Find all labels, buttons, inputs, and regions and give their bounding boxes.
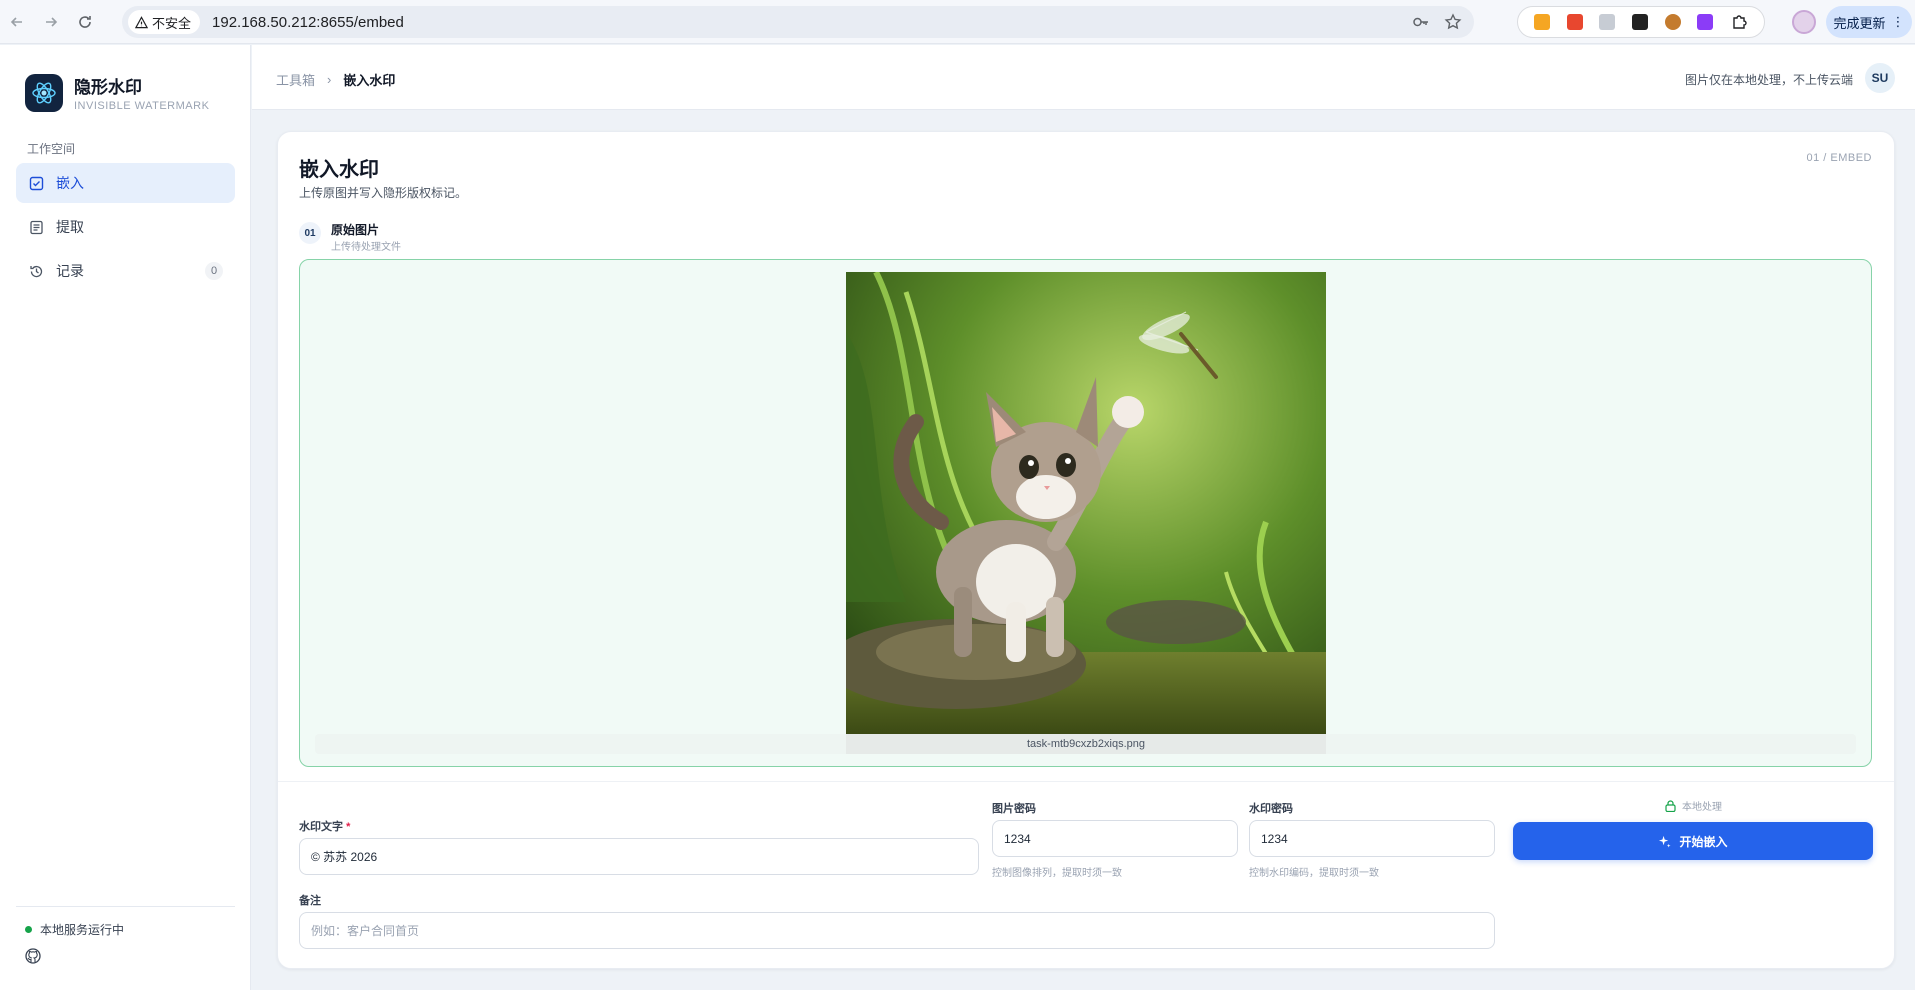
extensions-tray	[1517, 6, 1765, 38]
sidebar-nav: 嵌入 提取 记录 0	[16, 163, 235, 295]
reload-button[interactable]	[68, 5, 102, 39]
sidebar-item-history[interactable]: 记录 0	[16, 251, 235, 291]
bookmark-star-icon[interactable]	[1444, 13, 1462, 31]
step-subtitle: 上传待处理文件	[331, 242, 401, 253]
history-count-badge: 0	[205, 262, 223, 280]
local-processing-label: 本地处理	[1682, 802, 1722, 813]
service-status: 本地服务运行中	[25, 921, 124, 938]
step-number-badge: 01	[299, 222, 321, 244]
start-embed-button[interactable]: 开始嵌入	[1513, 822, 1873, 860]
chevron-right-icon: ›	[327, 72, 332, 87]
page-description: 上传原图并写入隐形版权标记。	[299, 186, 468, 200]
extension-monitor-icon[interactable]	[1599, 14, 1616, 30]
sparkle-icon	[1659, 835, 1672, 848]
user-avatar[interactable]: SU	[1865, 63, 1895, 93]
image-key-input[interactable]: 1234	[992, 820, 1238, 857]
extension-json-icon[interactable]	[1566, 14, 1583, 30]
warning-icon	[135, 15, 148, 28]
forward-button[interactable]	[34, 5, 68, 39]
sidebar-item-label: 提取	[56, 219, 84, 235]
brand-title: 隐形水印	[74, 78, 142, 97]
card-divider	[278, 781, 1894, 782]
watermark-key-input[interactable]: 1234	[1249, 820, 1495, 857]
extension-purple-icon[interactable]	[1697, 14, 1714, 30]
document-icon	[28, 219, 44, 235]
checkbox-icon	[28, 175, 44, 191]
page-header: 工具箱 › 嵌入水印 图片仅在本地处理，不上传云端 SU	[252, 45, 1915, 110]
note-label: 备注	[299, 895, 321, 907]
extension-cookie-icon[interactable]	[1664, 14, 1681, 30]
profile-avatar[interactable]	[1792, 10, 1816, 34]
watermark-text-label: 水印文字 *	[299, 821, 351, 833]
brand[interactable]: 隐形水印 INVISIBLE WATERMARK	[25, 73, 209, 112]
image-preview[interactable]	[846, 272, 1326, 734]
start-embed-label: 开始嵌入	[1679, 834, 1728, 849]
back-arrow-icon	[10, 16, 22, 27]
watermark-key-hint: 控制水印编码，提取时须一致	[1249, 868, 1379, 879]
sidebar-item-extract[interactable]: 提取	[16, 207, 235, 247]
security-chip[interactable]: 不安全	[128, 10, 201, 34]
sidebar-item-label: 记录	[56, 263, 84, 279]
privacy-notice: 图片仅在本地处理，不上传云端	[1684, 73, 1853, 87]
step-tag: 01 / EMBED	[1806, 152, 1872, 164]
brand-subtitle: INVISIBLE WATERMARK	[74, 100, 210, 112]
update-button[interactable]: 完成更新 ⋮	[1826, 6, 1912, 38]
file-name: task-mtb9cxzb2xiqs.png	[846, 734, 1326, 754]
reload-icon	[79, 15, 91, 28]
watermark-key-label: 水印密码	[1249, 803, 1293, 815]
image-key-label: 图片密码	[992, 803, 1036, 815]
local-processing-indicator: 本地处理	[1665, 798, 1722, 813]
sidebar: 隐形水印 INVISIBLE WATERMARK 工作空间 嵌入 提取 记录 0	[0, 45, 251, 990]
extension-panda-icon[interactable]	[1631, 14, 1648, 30]
update-label: 完成更新	[1833, 15, 1886, 31]
image-dropzone[interactable]: task-mtb9cxzb2xiqs.png	[299, 259, 1872, 767]
address-bar[interactable]: 不安全 192.168.50.212:8655/embed	[122, 6, 1474, 38]
image-key-hint: 控制图像排列，提取时须一致	[992, 868, 1122, 879]
breadcrumb-root[interactable]: 工具箱	[276, 70, 315, 89]
more-vert-icon: ⋮	[1891, 14, 1905, 29]
lock-icon	[1665, 799, 1676, 812]
github-icon[interactable]	[25, 948, 41, 969]
back-button[interactable]	[0, 5, 34, 39]
status-text: 本地服务运行中	[40, 923, 125, 937]
insecure-label: 不安全	[152, 15, 192, 31]
extensions-puzzle-icon[interactable]	[1730, 13, 1748, 31]
sidebar-item-embed[interactable]: 嵌入	[16, 163, 235, 203]
kitten-photo	[846, 272, 1326, 734]
breadcrumb: 工具箱 › 嵌入水印	[276, 70, 395, 89]
step-title: 原始图片	[331, 223, 380, 237]
key-icon[interactable]	[1412, 13, 1430, 31]
sidebar-item-label: 嵌入	[56, 175, 84, 191]
workspace-section-label: 工作空间	[27, 142, 76, 156]
watermark-text-input[interactable]: © 苏苏 2026	[299, 838, 979, 875]
required-mark: *	[346, 821, 351, 833]
url-text: 192.168.50.212:8655/embed	[212, 13, 404, 31]
page-title: 嵌入水印	[299, 159, 379, 181]
status-dot-icon	[25, 926, 32, 933]
browser-toolbar: 不安全 192.168.50.212:8655/embed 完成更新 ⋮	[0, 0, 1915, 44]
embed-card: 嵌入水印 上传原图并写入隐形版权标记。 01 / EMBED 01 原始图片 上…	[277, 131, 1895, 969]
history-icon	[28, 263, 44, 279]
forward-arrow-icon	[46, 16, 58, 27]
extension-copy-icon[interactable]	[1534, 14, 1551, 30]
sidebar-divider	[16, 906, 235, 907]
note-input[interactable]: 例如：客户合同首页	[299, 912, 1495, 949]
breadcrumb-current: 嵌入水印	[343, 73, 396, 88]
atom-logo-icon	[25, 73, 63, 112]
